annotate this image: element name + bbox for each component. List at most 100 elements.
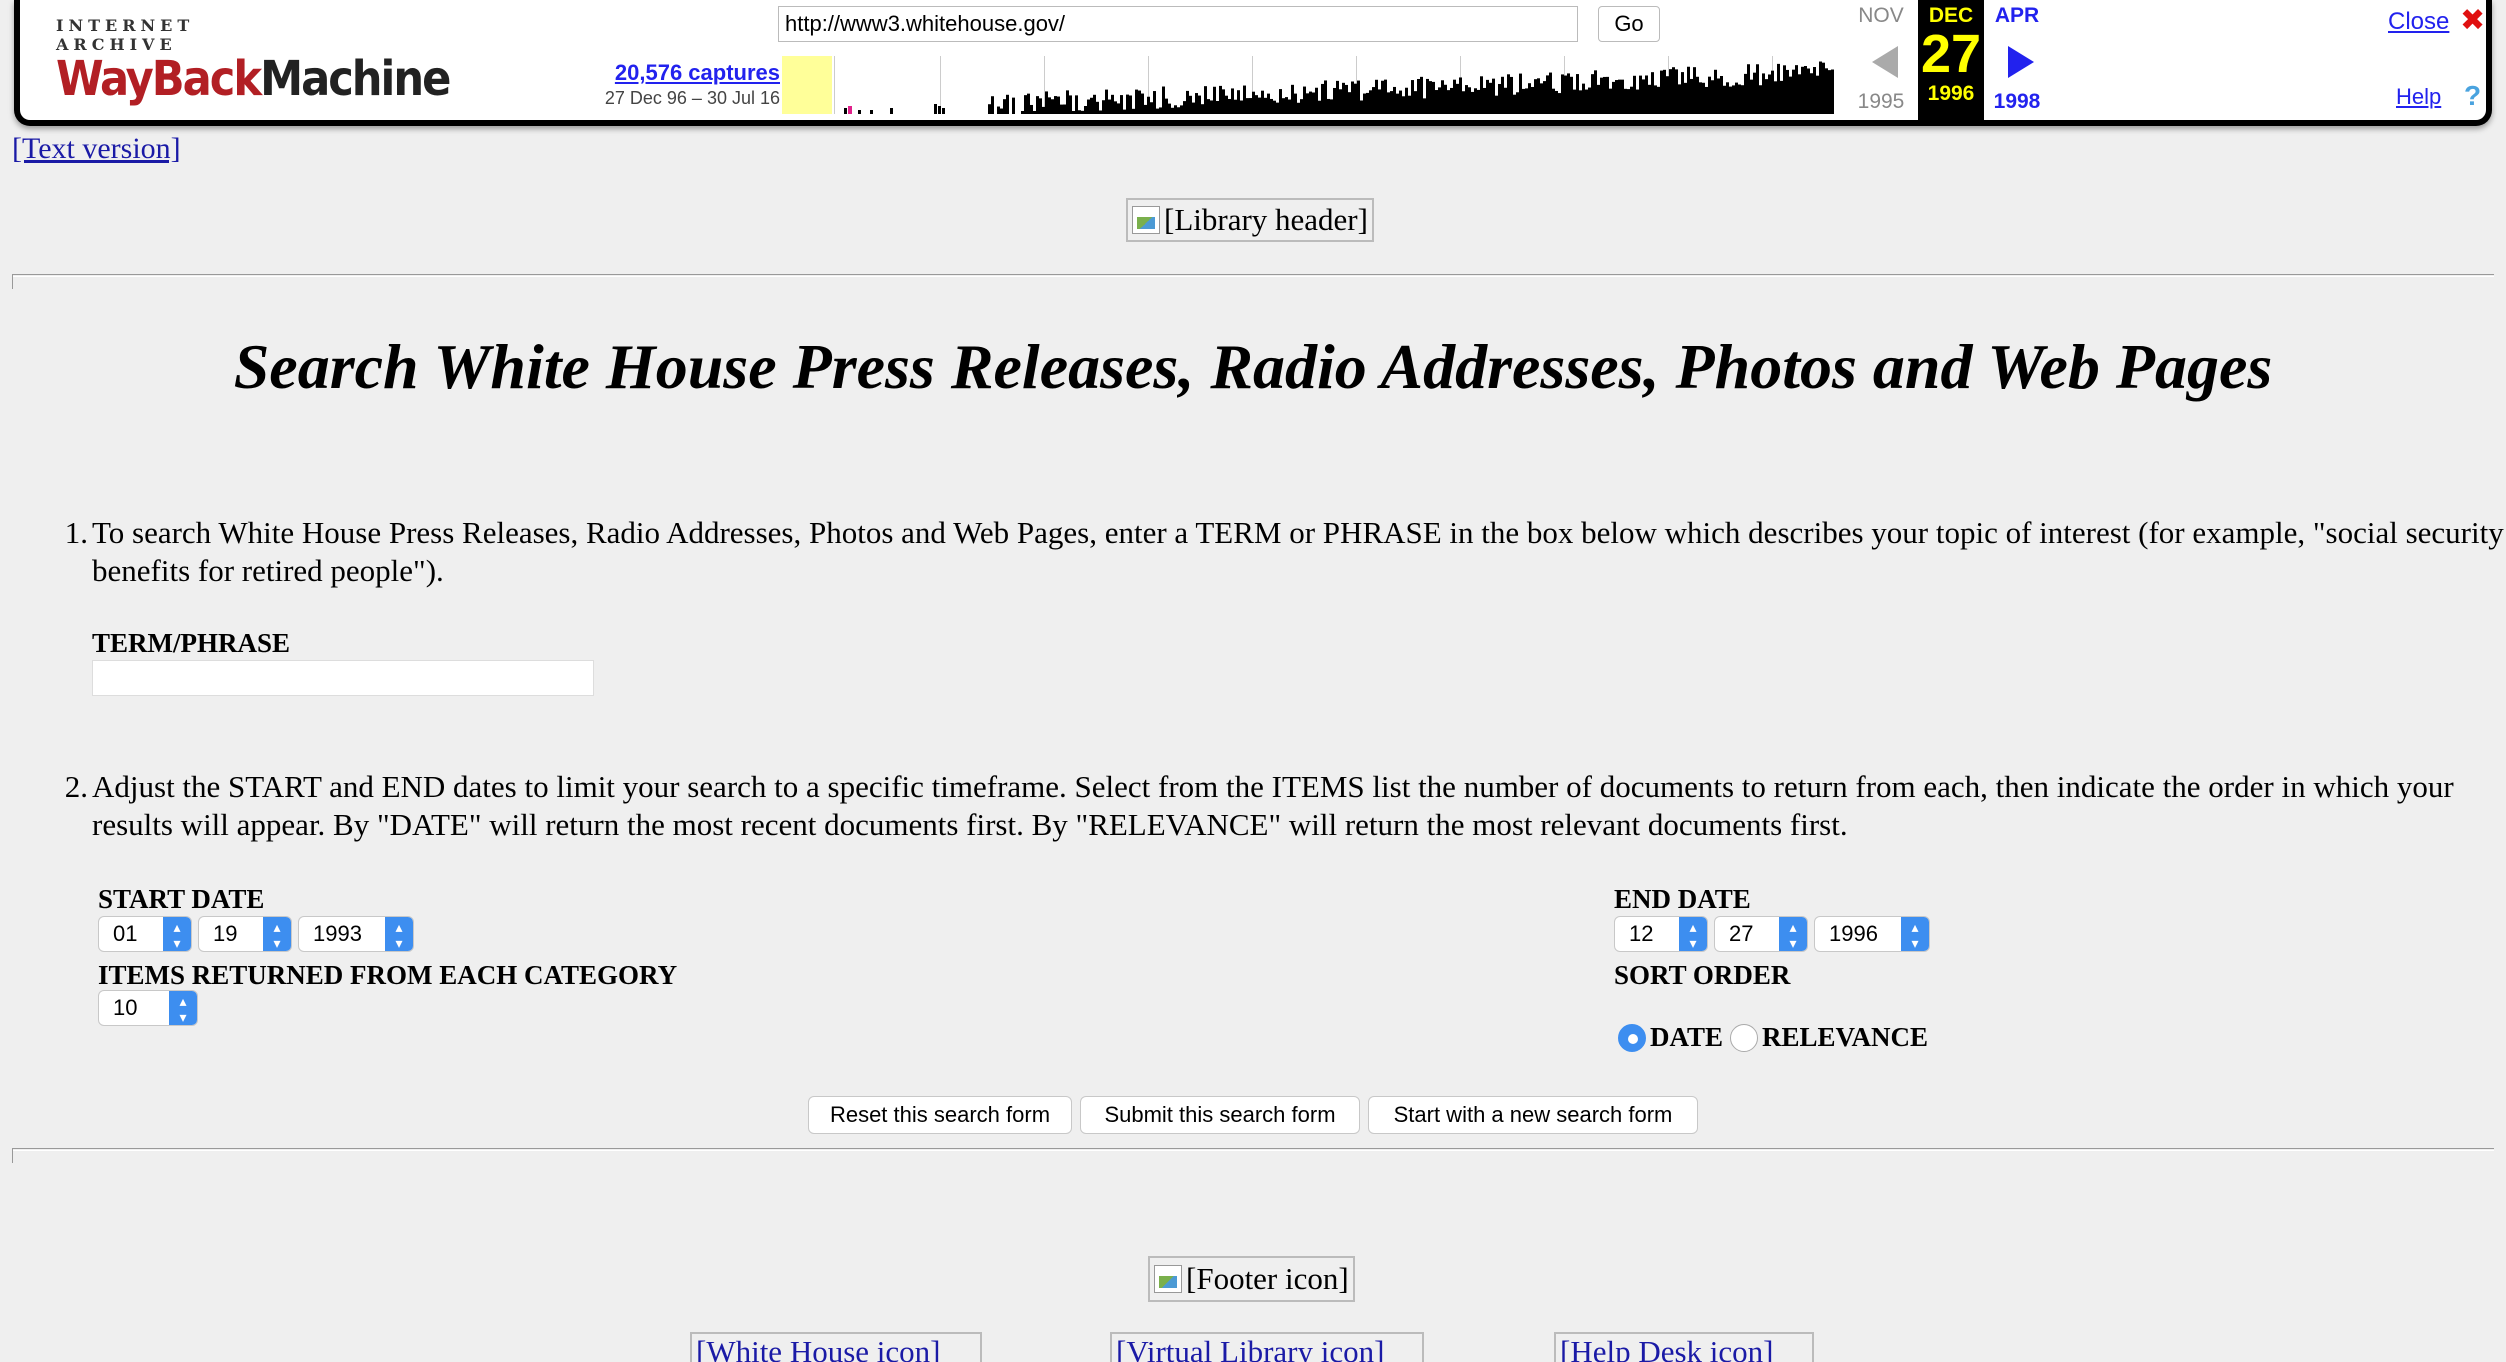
sparkline-bar <box>1525 88 1528 114</box>
sparkline-bar <box>1471 91 1474 114</box>
sparkline-bar <box>1234 99 1237 114</box>
prev-month-link[interactable]: NOV <box>1848 4 1914 28</box>
sparkline-bar <box>1732 85 1735 114</box>
sparkline-bar <box>1813 67 1816 114</box>
sparkline-bar <box>1660 70 1663 114</box>
sparkline-bar <box>1573 89 1576 114</box>
sparkline-bar <box>1492 78 1495 114</box>
sparkline-bar <box>1423 98 1426 114</box>
sparkline-bar <box>1102 100 1105 114</box>
sparkline-bar <box>1192 102 1195 114</box>
prev-capture-arrow-icon[interactable] <box>1872 46 1898 78</box>
help-link[interactable]: Help <box>2396 84 2441 110</box>
sparkline-bar <box>1381 80 1384 114</box>
reset-form-button[interactable]: Reset this search form <box>808 1096 1072 1134</box>
sparkline-bar <box>1738 84 1741 114</box>
sparkline-bar <box>1270 98 1273 114</box>
sparkline-bar <box>1690 78 1693 114</box>
sparkline-bar <box>1117 103 1120 114</box>
sparkline-bar <box>1216 100 1219 114</box>
sparkline-bar <box>1729 86 1732 114</box>
sparkline-bar <box>890 108 893 114</box>
sparkline-bar <box>942 108 945 114</box>
sort-relevance-radio[interactable] <box>1730 1024 1758 1052</box>
footer-link-virtual-library[interactable]: [Virtual Library icon] <box>1110 1332 1424 1362</box>
sparkline-bar <box>1744 73 1747 114</box>
footer-link-help-desk[interactable]: [Help Desk icon] <box>1554 1332 1814 1362</box>
sparkline-bar <box>1711 80 1714 114</box>
sparkline-bar <box>1111 94 1114 114</box>
wayback-go-button[interactable]: Go <box>1598 6 1660 42</box>
sparkline-bar <box>1465 85 1468 114</box>
sparkline-bar <box>1507 74 1510 114</box>
help-icon[interactable]: ? <box>2464 80 2481 112</box>
text-version-link[interactable]: [Text version] <box>12 132 181 166</box>
start-day-select[interactable]: 19 ▴ ▾ <box>198 916 292 952</box>
sparkline-bar <box>1378 89 1381 114</box>
sort-date-radio[interactable] <box>1618 1024 1646 1052</box>
sparkline-bar <box>1780 80 1783 114</box>
sparkline-bar <box>1756 64 1759 114</box>
sparkline-bar <box>1819 61 1822 114</box>
sparkline-bar <box>1312 92 1315 114</box>
sparkline-bar <box>1771 70 1774 114</box>
captures-range: 27 Dec 96 – 30 Jul 16 <box>604 88 780 108</box>
sparkline-bar <box>1369 90 1372 114</box>
sparkline-bar <box>1051 99 1054 114</box>
sparkline-bar <box>1162 86 1165 114</box>
start-month-select[interactable]: 01 ▴ ▾ <box>98 916 192 952</box>
sparkline-bar <box>1225 95 1228 114</box>
sparkline-bar <box>1240 100 1243 114</box>
term-phrase-input[interactable] <box>92 660 594 696</box>
wayback-url-input[interactable]: http://www3.whitehouse.gov/ <box>778 6 1578 42</box>
sparkline-bar <box>1114 101 1117 114</box>
wayback-logo[interactable]: INTERNET ARCHIVE WayBackMachine <box>56 16 451 104</box>
current-year: 1996 <box>1927 82 1975 105</box>
sparkline-bar <box>1099 110 1102 114</box>
select-arrows-icon: ▴ ▾ <box>263 917 291 951</box>
divider <box>12 1148 2494 1163</box>
prev-year-link[interactable]: 1995 <box>1848 90 1914 114</box>
close-link[interactable]: Close <box>2388 8 2449 36</box>
end-month-select[interactable]: 12 ▴ ▾ <box>1614 916 1708 952</box>
sparkline-bar <box>1600 77 1603 114</box>
sparkline-bar <box>1054 96 1057 114</box>
sparkline-bar <box>1327 98 1330 114</box>
sparkline-bar <box>1435 90 1438 114</box>
sparkline-bar <box>1195 93 1198 114</box>
next-month-link[interactable]: APR <box>1984 4 2050 28</box>
sparkline-bar <box>1441 80 1444 114</box>
items-returned-select[interactable]: 10 ▴ ▾ <box>98 990 198 1026</box>
sparkline-bar <box>1462 91 1465 114</box>
sparkline-bar <box>1012 97 1015 114</box>
select-arrows-icon: ▴ ▾ <box>169 991 197 1025</box>
sparkline-bar <box>1063 104 1066 114</box>
sparkline-bar <box>1189 95 1192 114</box>
sort-relevance-label: RELEVANCE <box>1762 1022 1929 1052</box>
sparkline-bar <box>1504 87 1507 114</box>
start-year-select[interactable]: 1993 ▴ ▾ <box>298 916 414 952</box>
broken-image-icon <box>1132 206 1160 234</box>
sparkline-bar <box>1249 98 1252 114</box>
sparkline-bar <box>1657 86 1660 114</box>
end-day-select[interactable]: 27 ▴ ▾ <box>1714 916 1808 952</box>
captures-link[interactable]: 20,576 captures <box>580 60 780 86</box>
sparkline-bar <box>1480 76 1483 114</box>
sparkline-bar <box>1207 99 1210 114</box>
captures-info: 20,576 captures 27 Dec 96 – 30 Jul 16 <box>580 60 780 109</box>
new-search-form-button[interactable]: Start with a new search form <box>1368 1096 1698 1134</box>
submit-form-button[interactable]: Submit this search form <box>1080 1096 1360 1134</box>
next-capture-arrow-icon[interactable] <box>2008 46 2034 78</box>
sparkline-bar <box>1333 87 1336 114</box>
sparkline-bar <box>1636 89 1639 114</box>
footer-link-white-house[interactable]: [White House icon] <box>690 1332 982 1362</box>
next-year-link[interactable]: 1998 <box>1984 90 2050 114</box>
sparkline-bar <box>1213 86 1216 114</box>
end-year-select[interactable]: 1996 ▴ ▾ <box>1814 916 1930 952</box>
captures-sparkline[interactable] <box>782 56 1834 114</box>
sparkline-bar <box>1450 87 1453 114</box>
sparkline-bar <box>1351 81 1354 114</box>
sparkline-bar <box>1783 65 1786 114</box>
close-icon[interactable]: ✖ <box>2460 6 2485 36</box>
sparkline-bar <box>1342 82 1345 114</box>
